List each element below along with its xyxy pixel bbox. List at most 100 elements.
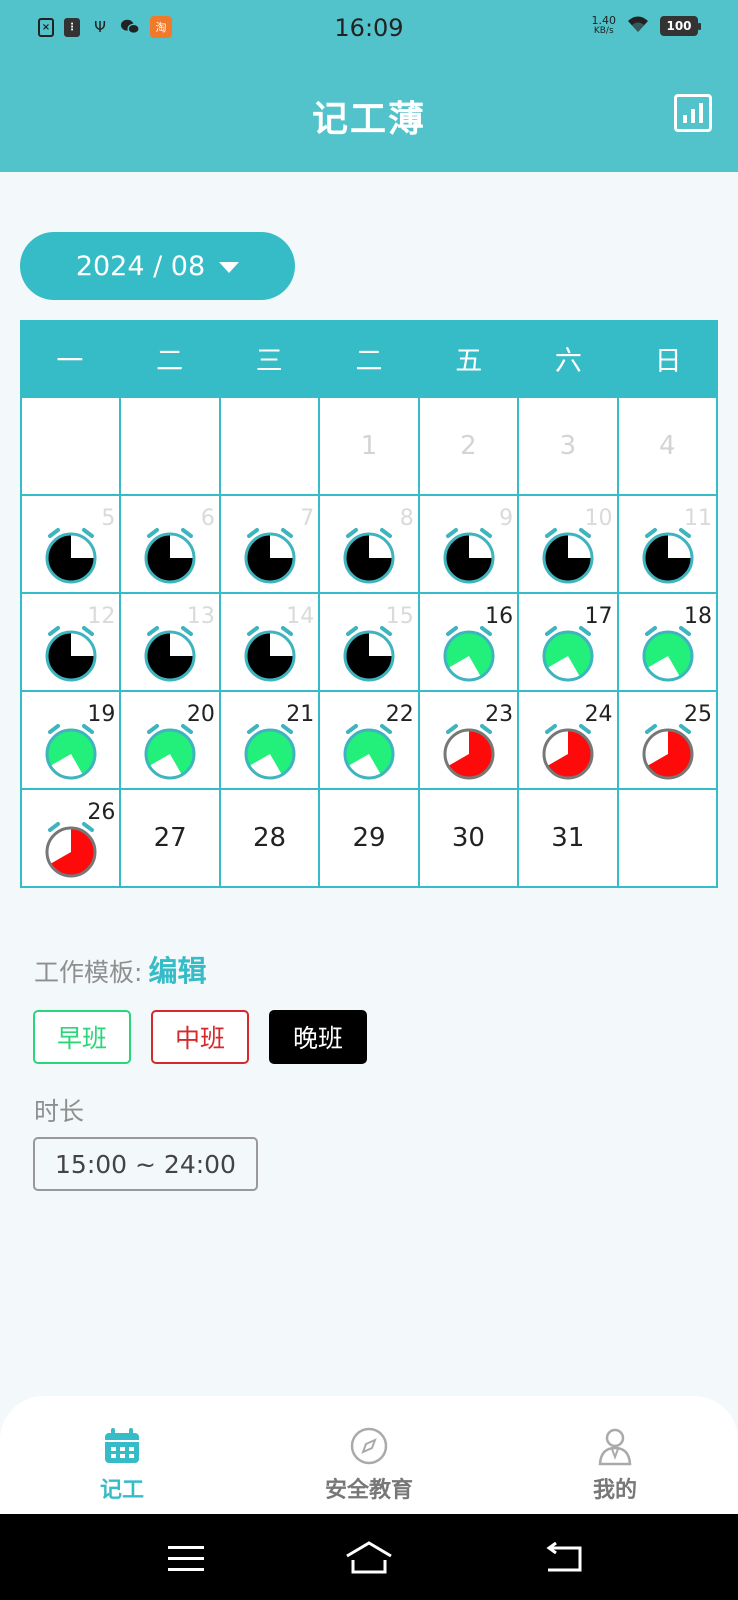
clock-icon xyxy=(642,528,694,584)
calendar-weekday-header: 一 二 三 二 五 六 日 xyxy=(20,320,718,396)
clock-icon xyxy=(244,724,296,780)
calendar-day-cell[interactable]: 3 xyxy=(519,396,619,494)
network-speed-unit: KB/s xyxy=(593,26,614,36)
tab-record[interactable]: 记工 xyxy=(32,1426,212,1504)
calendar-day-cell[interactable]: 24 xyxy=(519,690,619,788)
calendar-day-cell[interactable]: 18 xyxy=(618,592,718,690)
calendar-day-cell[interactable]: 14 xyxy=(220,592,321,690)
weekday-label: 二 xyxy=(355,345,383,377)
calendar-day-cell[interactable]: 2 xyxy=(419,396,520,494)
calendar-day-cell[interactable]: 12 xyxy=(22,592,122,690)
calendar-empty-cell xyxy=(22,396,122,494)
day-number: 27 xyxy=(153,823,187,853)
month-selector-label: 2024 / 08 xyxy=(75,250,206,282)
clock-icon xyxy=(144,724,196,780)
shift-early-button[interactable]: 早班 xyxy=(33,1010,132,1064)
page-title: 记工薄 xyxy=(311,99,426,140)
compass-icon xyxy=(350,1427,388,1465)
calendar-day-cell[interactable]: 25 xyxy=(618,690,718,788)
calendar-empty-cell xyxy=(220,396,321,494)
calendar-day-cell[interactable]: 15 xyxy=(320,592,420,690)
day-number: 6 xyxy=(200,506,215,531)
clock-icon xyxy=(343,528,395,584)
calendar-empty-cell xyxy=(121,396,221,494)
shift-mid-button[interactable]: 中班 xyxy=(151,1010,250,1064)
clock-icon xyxy=(642,724,694,780)
template-label: 工作模板: xyxy=(34,958,143,987)
calendar-day-cell[interactable]: 19 xyxy=(22,690,122,788)
day-number: 29 xyxy=(352,823,386,853)
calendar-day-cell[interactable]: 9 xyxy=(419,494,520,592)
calendar-day-cell[interactable]: 16 xyxy=(419,592,520,690)
clock-icon xyxy=(144,528,196,584)
calendar-day-cell[interactable]: 29 xyxy=(320,788,420,886)
clock-icon xyxy=(343,626,395,682)
calendar-day-cell[interactable]: 10 xyxy=(519,494,619,592)
clock-icon xyxy=(443,724,495,780)
clock-icon xyxy=(542,626,594,682)
calendar-day-cell[interactable]: 17 xyxy=(519,592,619,690)
clock-icon xyxy=(443,626,495,682)
calendar-day-cell[interactable]: 8 xyxy=(320,494,420,592)
clock-icon xyxy=(144,626,196,682)
duration-label: 时长 xyxy=(34,1097,85,1126)
day-number: 8 xyxy=(399,506,414,531)
weekday-label: 二 xyxy=(156,345,184,377)
calendar-day-cell[interactable]: 4 xyxy=(618,396,718,494)
clock-icon xyxy=(443,528,495,584)
calendar-day-cell[interactable]: 6 xyxy=(121,494,221,592)
calendar-day-cell[interactable]: 22 xyxy=(320,690,420,788)
calendar-day-cell[interactable]: 26 xyxy=(22,788,122,886)
tab-label: 记工 xyxy=(99,1478,144,1503)
weekday-label: 六 xyxy=(554,345,582,377)
day-number: 5 xyxy=(101,506,116,531)
day-number: 9 xyxy=(499,506,514,531)
calendar-day-cell[interactable]: 31 xyxy=(519,788,619,886)
menu-icon[interactable] xyxy=(162,1540,212,1576)
clock-icon xyxy=(642,626,694,682)
day-number: 1 xyxy=(360,431,378,461)
template-edit-link[interactable]: 编辑 xyxy=(148,948,206,990)
calendar-day-cell[interactable]: 13 xyxy=(121,592,221,690)
weekday-label: 日 xyxy=(654,345,682,377)
month-selector[interactable]: 2024 / 08 xyxy=(20,232,295,300)
calendar-day-cell[interactable]: 7 xyxy=(220,494,321,592)
calendar-day-cell[interactable]: 20 xyxy=(121,690,221,788)
duration-field[interactable]: 15:00 ~ 24:00 xyxy=(33,1137,258,1191)
app-bar: 记工薄 xyxy=(0,56,738,172)
tab-label: 安全教育 xyxy=(324,1478,413,1503)
tab-mine[interactable]: 我的 xyxy=(525,1426,705,1504)
calendar-day-cell[interactable]: 11 xyxy=(618,494,718,592)
calendar-day-cell[interactable]: 5 xyxy=(22,494,122,592)
day-number: 2 xyxy=(460,431,477,461)
calendar-day-cell[interactable]: 21 xyxy=(220,690,321,788)
tab-safety-education[interactable]: 安全教育 xyxy=(279,1426,459,1504)
calendar-day-cell[interactable]: 23 xyxy=(419,690,520,788)
day-number: 28 xyxy=(253,823,287,853)
weekday-label: 三 xyxy=(255,345,283,377)
network-speed: 1.40 KB/s xyxy=(592,15,617,37)
weekday-label: 五 xyxy=(455,345,483,377)
calendar-day-cell[interactable]: 28 xyxy=(220,788,321,886)
clock-icon xyxy=(542,724,594,780)
clock-icon xyxy=(244,528,296,584)
statistics-button[interactable] xyxy=(674,94,712,132)
weekday-label: 一 xyxy=(56,345,84,377)
status-icons-right: 1.40 KB/s 100 xyxy=(592,14,701,38)
clock-icon xyxy=(244,626,296,682)
day-number: 4 xyxy=(659,431,676,461)
home-icon[interactable] xyxy=(344,1540,394,1576)
clock-icon xyxy=(542,528,594,584)
calendar-day-cell[interactable]: 1 xyxy=(320,396,420,494)
shift-options: 早班 中班 晚班 xyxy=(33,1010,368,1064)
calendar: 一 二 三 二 五 六 日 1 2 3 4 5 6 7 8 9 10 11 12 13 14 15 16 17 1… xyxy=(20,320,718,888)
calendar-empty-cell xyxy=(618,788,718,886)
wifi-icon xyxy=(626,14,650,38)
calendar-day-cell[interactable]: 30 xyxy=(419,788,520,886)
back-icon[interactable] xyxy=(540,1540,590,1576)
battery-indicator: 100 xyxy=(660,16,701,36)
calendar-day-cell[interactable]: 27 xyxy=(121,788,221,886)
caret-down-icon xyxy=(219,262,240,273)
shift-late-button[interactable]: 晚班 xyxy=(269,1010,368,1064)
person-icon xyxy=(598,1428,632,1466)
